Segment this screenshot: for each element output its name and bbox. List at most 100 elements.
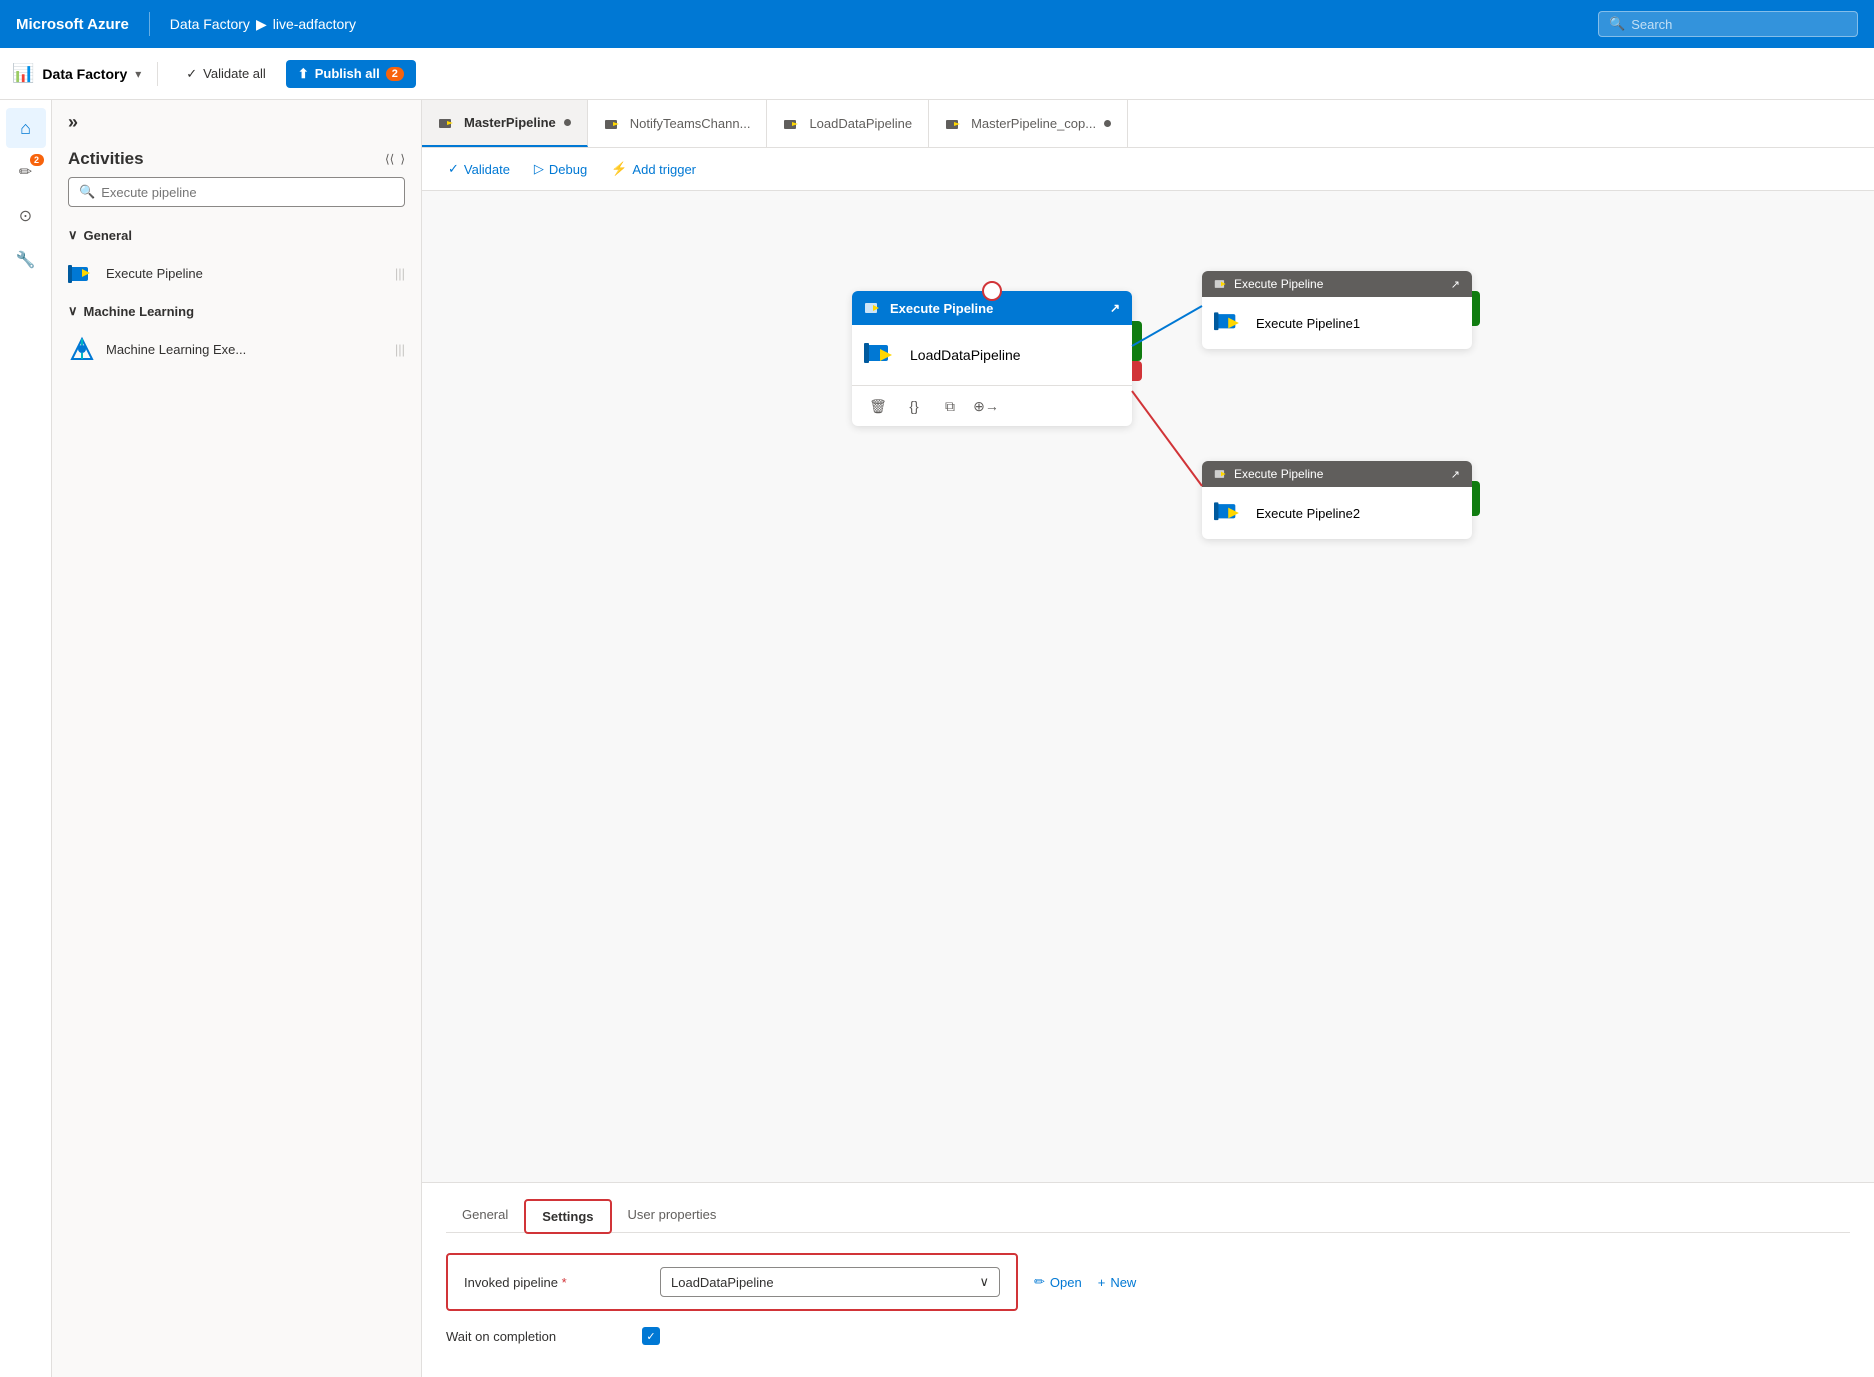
ml-drag-handle: |||	[395, 342, 405, 357]
ml-collapse-icon: ∨	[68, 303, 78, 319]
add-trigger-button[interactable]: ⚡ Add trigger	[601, 156, 706, 182]
breadcrumb-instance: live-adfactory	[273, 16, 356, 32]
collapse-left-icon[interactable]: ⟨⟨	[385, 152, 394, 166]
main-card-body: LoadDataPipeline	[852, 325, 1132, 385]
right-card-2-label: Execute Pipeline2	[1256, 506, 1360, 521]
collapse-right-icon[interactable]: ⟩	[400, 152, 405, 166]
validate-icon: ✓	[186, 66, 197, 82]
plus-icon: +	[1098, 1275, 1106, 1290]
validate-all-button[interactable]: ✓ Validate all	[174, 60, 278, 88]
execute-pipeline-icon	[68, 259, 96, 287]
pipeline-tab-icon2	[604, 115, 622, 133]
open-button[interactable]: ✏ Open	[1034, 1274, 1082, 1290]
card1-success-indicator	[1472, 291, 1480, 326]
invoked-pipeline-row: Invoked pipeline * LoadDataPipeline ∨ ✏ …	[446, 1253, 1850, 1311]
edit-badge: 2	[30, 154, 44, 166]
factory-icon: 📊	[12, 63, 34, 84]
publish-badge: 2	[386, 67, 404, 81]
validate-button[interactable]: ✓ Validate	[438, 156, 520, 182]
wait-completion-row: Wait on completion ✓	[446, 1327, 1850, 1345]
expand-icon[interactable]: »	[60, 108, 86, 137]
sidebar-edit-button[interactable]: ✏ 2	[6, 152, 46, 192]
pipeline-tab-icon	[438, 114, 456, 132]
card-open-icon[interactable]: ↗	[1110, 301, 1120, 315]
tab-settings[interactable]: Settings	[524, 1199, 611, 1234]
main-toolbar: 📊 Data Factory ▾ ✓ Validate all ⬆ Publis…	[0, 48, 1874, 100]
tab-label-master: MasterPipeline	[464, 115, 556, 130]
tab-label-load: LoadDataPipeline	[809, 116, 912, 131]
invoked-pipeline-select[interactable]: LoadDataPipeline ∨	[660, 1267, 1000, 1297]
brand-name: Microsoft Azure	[16, 16, 129, 33]
tab-load-data[interactable]: LoadDataPipeline	[767, 100, 929, 147]
bottom-tab-bar: General Settings User properties	[446, 1199, 1850, 1233]
pencil-icon: ✏	[19, 162, 32, 182]
invoked-pipeline-container: Invoked pipeline * LoadDataPipeline ∨	[446, 1253, 1018, 1311]
breadcrumb: Data Factory ▶ live-adfactory	[170, 16, 356, 33]
home-icon: ⌂	[20, 118, 31, 139]
right-card-2-header: Execute Pipeline ↗	[1202, 461, 1472, 487]
debug-button[interactable]: ▷ Debug	[524, 156, 597, 182]
general-section-header[interactable]: ∨ General	[52, 219, 421, 251]
main-execute-card[interactable]: Execute Pipeline ↗ LoadDataPipeline 🗑 {}	[852, 291, 1132, 426]
tab-general[interactable]: General	[446, 1199, 524, 1232]
activities-search[interactable]: 🔍	[68, 177, 405, 207]
copy-button[interactable]: ⧉	[936, 392, 964, 420]
execute-pipeline-item[interactable]: Execute Pipeline |||	[52, 251, 421, 295]
delete-button[interactable]: 🗑	[864, 392, 892, 420]
dependency-button[interactable]: ⊕→	[972, 392, 1000, 420]
ml-execute-label: Machine Learning Exe...	[106, 342, 246, 357]
small-card-icon	[1214, 277, 1228, 291]
main-layout: ⌂ ✏ 2 ⊙ 🔧 » Activities ⟨⟨ ⟩ 🔍	[0, 100, 1874, 1377]
pipeline-canvas[interactable]: Execute Pipeline ↗ LoadDataPipeline 🗑 {}	[422, 191, 1874, 1182]
tab-master-copy[interactable]: MasterPipeline_cop...	[929, 100, 1128, 147]
right-card-2[interactable]: Execute Pipeline ↗ Execute Pipeline2	[1202, 461, 1472, 539]
publish-all-button[interactable]: ⬆ Publish all 2	[286, 60, 416, 88]
card2-open-icon[interactable]: ↗	[1451, 468, 1460, 481]
sidebar-home-button[interactable]: ⌂	[6, 108, 46, 148]
wait-checkbox[interactable]: ✓	[642, 1327, 660, 1345]
right-card-1[interactable]: Execute Pipeline ↗ Execute Pipeline1	[1202, 271, 1472, 349]
debug-icon: ▷	[534, 161, 544, 177]
monitor-icon: ⊙	[19, 206, 32, 226]
activities-header: Activities ⟨⟨ ⟩	[52, 137, 421, 177]
card1-open-icon[interactable]: ↗	[1451, 278, 1460, 291]
drag-handle: |||	[395, 266, 405, 281]
new-button[interactable]: + New	[1098, 1275, 1137, 1290]
manage-icon: 🔧	[16, 250, 36, 270]
toolbar-divider	[157, 62, 158, 86]
pipeline-toolbar: ✓ Validate ▷ Debug ⚡ Add trigger	[422, 148, 1874, 191]
breadcrumb-factory: Data Factory	[170, 16, 250, 32]
tab-modified-dot-2	[1104, 120, 1111, 127]
open-icon: ✏	[1034, 1274, 1045, 1290]
tab-user-properties[interactable]: User properties	[612, 1199, 733, 1232]
small-card-2-icon	[1214, 467, 1228, 481]
card-activity-icon	[864, 337, 900, 373]
search-placeholder: Search	[1631, 17, 1672, 32]
trigger-icon: ⚡	[611, 161, 627, 177]
card-pipeline-icon	[864, 299, 882, 317]
general-collapse-icon: ∨	[68, 227, 78, 243]
json-button[interactable]: {}	[900, 392, 928, 420]
required-asterisk: *	[562, 1275, 567, 1290]
tab-master-pipeline[interactable]: MasterPipeline	[422, 100, 588, 147]
panel-collapse-controls: »	[52, 100, 421, 137]
tab-notify[interactable]: NotifyTeamsChann...	[588, 100, 768, 147]
right-card-1-header: Execute Pipeline ↗	[1202, 271, 1472, 297]
top-bar: Microsoft Azure Data Factory ▶ live-adfa…	[0, 0, 1874, 48]
factory-dropdown-icon[interactable]: ▾	[135, 67, 141, 81]
card-top-handle	[982, 281, 1002, 301]
sidebar-monitor-button[interactable]: ⊙	[6, 196, 46, 236]
right-card-2-body: Execute Pipeline2	[1202, 487, 1472, 539]
ml-execute-item[interactable]: Machine Learning Exe... |||	[52, 327, 421, 371]
invoked-actions: ✏ Open + New	[1034, 1274, 1136, 1290]
search-input[interactable]	[101, 185, 394, 200]
main-card-body-label: LoadDataPipeline	[910, 347, 1021, 363]
search-icon: 🔍	[79, 184, 95, 200]
small-card-1-icon	[1214, 307, 1246, 339]
activities-controls: ⟨⟨ ⟩	[385, 152, 405, 166]
sidebar-manage-button[interactable]: 🔧	[6, 240, 46, 280]
search-icon: 🔍	[1609, 16, 1625, 32]
ml-section-header[interactable]: ∨ Machine Learning	[52, 295, 421, 327]
search-box[interactable]: 🔍 Search	[1598, 11, 1858, 37]
small-card-2-activity-icon	[1214, 497, 1246, 529]
